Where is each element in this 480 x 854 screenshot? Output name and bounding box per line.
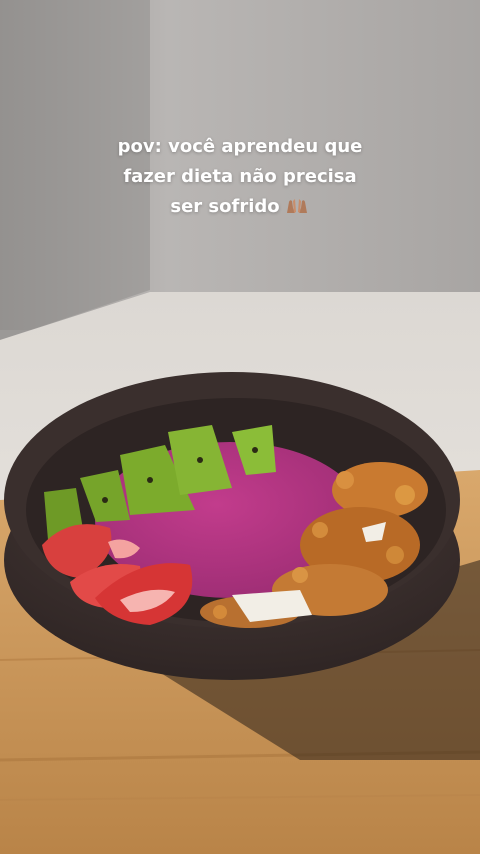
caption-line-3-text: ser sofrido <box>170 196 280 217</box>
caption-line-1: pov: você aprendeu que <box>117 136 363 157</box>
caption-line-2: fazer dieta não precisa <box>123 166 357 187</box>
video-caption: pov: você aprendeu que fazer dieta não p… <box>0 132 480 222</box>
caption-line-3: ser sofrido <box>0 192 480 222</box>
photo-scene <box>0 0 480 854</box>
praying-hands-icon <box>286 199 307 213</box>
